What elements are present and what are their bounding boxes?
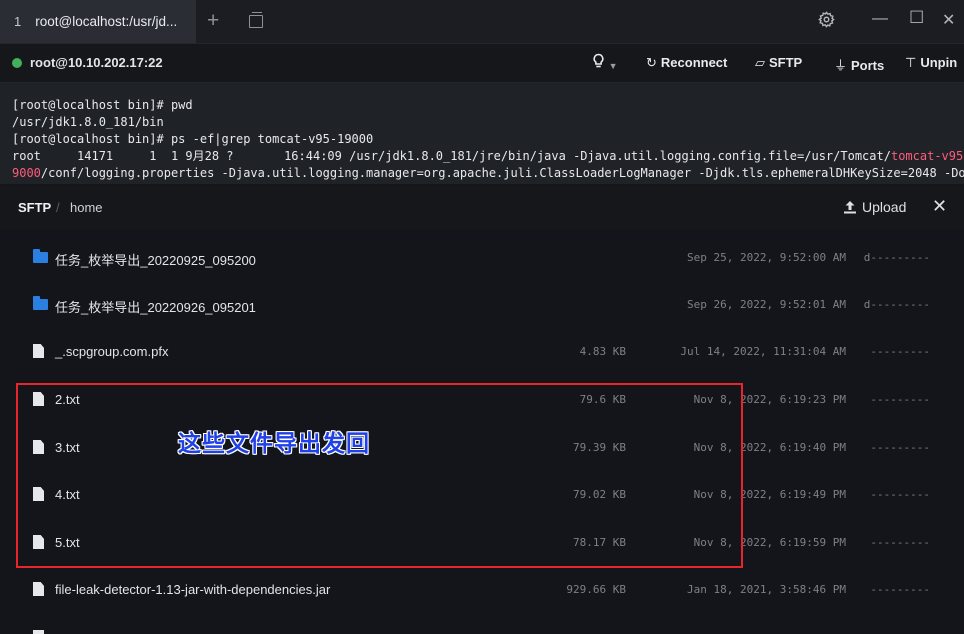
file-name: _.scpgroup.com.pfx (55, 344, 169, 359)
file-permissions: d--------- (863, 251, 930, 264)
file-permissions: --------- (870, 488, 930, 501)
ports-button[interactable]: ⏚ Ports (834, 55, 884, 74)
upload-button[interactable]: Upload (843, 199, 906, 215)
file-icon (33, 582, 44, 596)
file-permissions: d--------- (863, 298, 930, 311)
lightbulb-icon[interactable]: ▼ (592, 53, 618, 72)
file-name: file-leak-detector-1.13-jar-with-depende… (55, 582, 331, 597)
sftp-button[interactable]: ▱ SFTP (755, 55, 802, 71)
breadcrumb-root[interactable]: SFTP (18, 200, 51, 215)
terminal-line: root 14171 1 1 9月28 ? 16:44:09 /usr/jdk1… (12, 149, 891, 163)
terminal-line: [root@localhost bin]# pwd (12, 98, 193, 112)
file-row[interactable]: 任务_枚举导出_20220926_095201 Sep 26, 2022, 9:5… (0, 282, 964, 329)
terminal-output[interactable]: [root@localhost bin]# pwd /usr/jdk1.8.0_… (0, 83, 964, 184)
file-permissions: --------- (870, 345, 930, 358)
unpin-label: Unpin (920, 55, 958, 70)
folder-icon (33, 296, 48, 310)
sftp-header: SFTP / home Upload ✕ (0, 185, 964, 229)
file-icon (33, 630, 44, 634)
pin-icon: ⊤ (905, 55, 917, 70)
file-date: Sep 25, 2022, 9:52:00 AM (687, 251, 846, 264)
annotation-text: 这些文件导出发回 (178, 430, 370, 456)
file-permissions: --------- (870, 393, 930, 406)
minimize-button[interactable]: — (872, 10, 888, 28)
plug-icon: ⏚ (834, 58, 848, 73)
terminal-line: [root@localhost bin]# ps -ef|grep tomcat… (12, 132, 374, 146)
maximize-button[interactable]: ☐ (909, 8, 924, 28)
file-date: Jan 18, 2021, 3:58:46 PM (687, 583, 846, 596)
file-date: Sep 26, 2022, 9:52:01 AM (687, 298, 846, 311)
file-row[interactable]: _.scpgroup.com.pfx 4.83 KB Jul 14, 2022, 1… (0, 329, 964, 376)
host-label: root@10.10.202.17:22 (30, 55, 163, 70)
tab-session[interactable]: 1 root@localhost:/usr/jd... (0, 0, 196, 43)
gear-icon[interactable] (818, 11, 835, 33)
terminal-line: /usr/jdk1.8.0_181/bin (12, 115, 164, 129)
session-toolbar: root@10.10.202.17:22 ▼ ↻ Reconnect ▱ SFTP … (0, 44, 964, 83)
close-sftp-button[interactable]: ✕ (932, 196, 947, 217)
upload-icon (844, 201, 856, 214)
annotation-box (16, 383, 743, 568)
tab-title: root@localhost:/usr/jd... (35, 14, 178, 29)
file-size: 929.66 KB (566, 583, 626, 596)
file-date: Jul 14, 2022, 11:31:04 AM (680, 345, 846, 358)
refresh-icon: ↻ (646, 55, 657, 70)
terminal-highlight: 9000 (12, 166, 41, 180)
sftp-label: SFTP (769, 55, 803, 70)
close-window-button[interactable]: ✕ (942, 10, 955, 30)
file-row[interactable]: 任务_枚举导出_20220925_095200 Sep 25, 2022, 9:5… (0, 235, 964, 282)
file-size: 4.83 KB (579, 345, 626, 358)
breadcrumb-home[interactable]: home (70, 200, 103, 215)
add-tab-icon[interactable]: + (207, 9, 219, 33)
folder-open-icon: ▱ (755, 55, 765, 70)
tab-bar: 1 root@localhost:/usr/jd... + — ☐ ✕ (0, 0, 964, 44)
upload-label: Upload (862, 199, 907, 215)
file-permissions: --------- (870, 441, 930, 454)
tab-number: 1 (14, 14, 22, 29)
ports-label: Ports (851, 58, 885, 73)
connection-status-icon (12, 58, 22, 68)
file-permissions: --------- (870, 583, 930, 596)
file-permissions: --------- (870, 536, 930, 549)
file-name: 任务_枚举导出_20220925_095200 (55, 253, 256, 268)
terminal-line: /conf/logging.properties -Djava.util.log… (40, 166, 964, 180)
reconnect-button[interactable]: ↻ Reconnect (646, 55, 727, 71)
file-name: 任务_枚举导出_20220926_095201 (55, 300, 256, 315)
terminal-highlight: tomcat-v95-1 (890, 149, 964, 163)
reconnect-label: Reconnect (660, 55, 728, 70)
breadcrumb-separator: / (56, 200, 60, 215)
unpin-button[interactable]: ⊤ Unpin (905, 55, 957, 71)
folder-icon (33, 249, 48, 263)
file-icon (33, 344, 44, 358)
file-row[interactable]: file-leak-detector-1.13-jar-with-depende… (0, 567, 964, 614)
window-list-icon[interactable] (249, 12, 263, 28)
